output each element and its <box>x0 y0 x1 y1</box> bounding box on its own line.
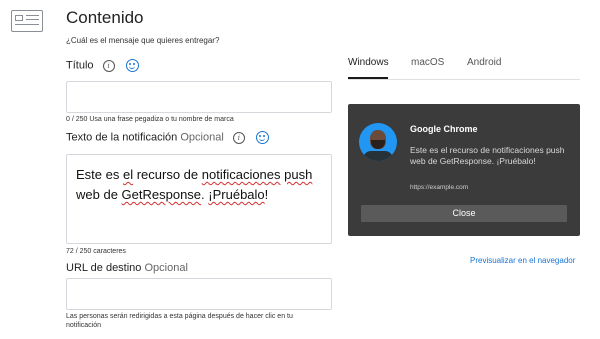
emoji-icon[interactable] <box>125 59 139 72</box>
url-input[interactable] <box>66 278 332 310</box>
emoji-icon[interactable] <box>255 131 269 144</box>
title-input[interactable] <box>66 81 332 113</box>
notification-field-label: Texto de la notificación Opcional i <box>66 131 269 144</box>
optional-tag: Opcional <box>144 262 188 274</box>
page-subtitle: ¿Cuál es el mensaje que quieres entregar… <box>66 36 220 45</box>
url-hint-line2: notificación <box>66 322 102 329</box>
title-hint: 0 / 250 Usa una frase pegadiza o tu nomb… <box>66 116 234 123</box>
optional-tag: Opcional <box>180 131 224 144</box>
preview-app-name: Google Chrome <box>410 124 478 134</box>
preview-close-button[interactable]: Close <box>361 205 567 222</box>
info-icon[interactable]: i <box>102 59 115 72</box>
url-field-label: URL de destino Opcional <box>66 262 188 274</box>
platform-tabs: Windows macOS Android <box>348 57 580 80</box>
notification-textarea[interactable]: Este es el recurso de notificaciones pus… <box>66 154 332 244</box>
preview-in-browser-link[interactable]: Previsualizar en el navegador <box>470 256 575 265</box>
title-label-text: Título <box>66 59 94 72</box>
url-hint-line1: Las personas serán redirigidas a esta pá… <box>66 313 293 320</box>
info-icon[interactable]: i <box>232 131 245 144</box>
notification-hint: 72 / 250 caracteres <box>66 248 126 255</box>
avatar <box>359 123 397 161</box>
page-title: Contenido <box>66 8 144 27</box>
notification-textarea-value: Este es el recurso de notificaciones pus… <box>76 167 313 202</box>
tab-macos[interactable]: macOS <box>411 57 444 68</box>
preview-message: Este es el recurso de notificaciones pus… <box>410 145 565 166</box>
notification-label-text: Texto de la notificación <box>66 131 178 144</box>
title-field-label: Título i <box>66 59 139 72</box>
active-tab-indicator <box>348 77 388 79</box>
preview-url: https://example.com <box>410 184 469 191</box>
tab-windows[interactable]: Windows <box>348 57 389 68</box>
notification-preview: Google Chrome Este es el recurso de noti… <box>348 104 580 236</box>
content-block-icon <box>11 10 43 32</box>
url-label-text: URL de destino <box>66 262 142 274</box>
tab-android[interactable]: Android <box>467 57 501 68</box>
